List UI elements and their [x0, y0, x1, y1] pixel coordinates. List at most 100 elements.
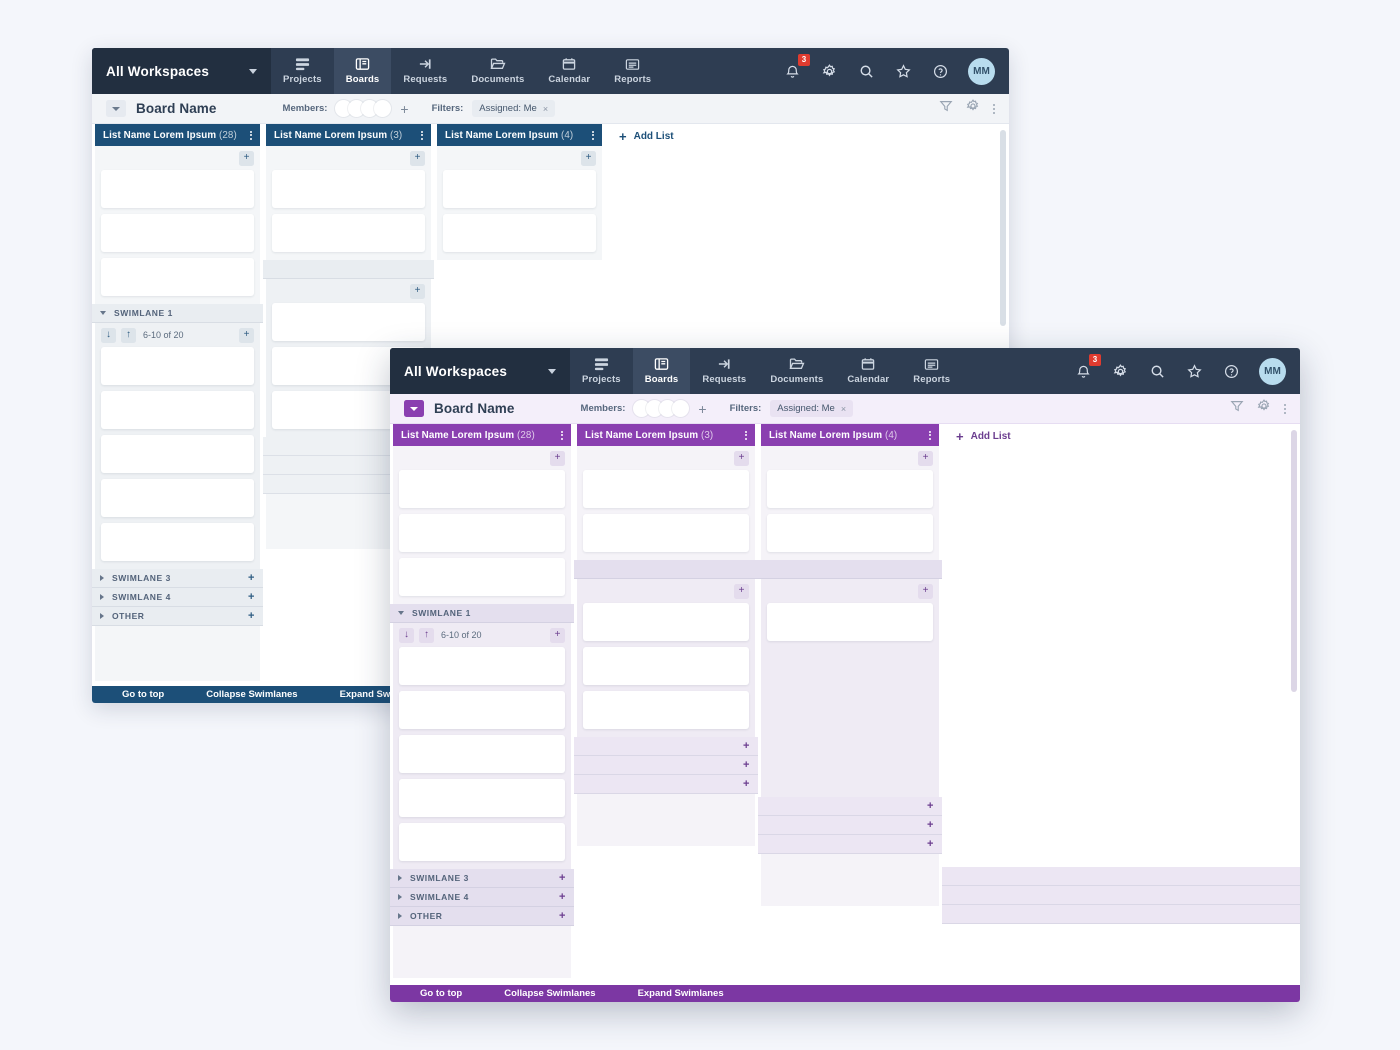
list-header[interactable]: List Name Lorem Ipsum (28) [393, 424, 571, 446]
settings-gear-button[interactable] [818, 60, 840, 82]
add-card-button[interactable]: + [743, 759, 750, 771]
add-card-button[interactable]: + [918, 583, 933, 599]
go-to-top-button[interactable]: Go to top [420, 988, 462, 999]
close-icon[interactable]: × [841, 404, 846, 414]
board-card[interactable] [101, 435, 254, 473]
swimlane-cell[interactable]: + [758, 797, 942, 816]
list-more-options-icon[interactable] [421, 130, 423, 140]
list-header[interactable]: List Name Lorem Ipsum (4) [761, 424, 939, 446]
swimlane-cell[interactable]: + [574, 775, 758, 794]
add-card-button[interactable]: + [550, 627, 565, 643]
nav-item-requests[interactable]: Requests [690, 348, 758, 394]
collapse-swimlanes-button[interactable]: Collapse Swimlanes [206, 689, 297, 700]
expand-swimlanes-button[interactable]: Expand Swimlanes [638, 988, 724, 999]
swimlane-cell[interactable]: + [758, 816, 942, 835]
board-card[interactable] [583, 514, 749, 552]
add-card-button[interactable]: + [248, 610, 255, 622]
swimlane-header-4[interactable]: SWIMLANE 4 + [390, 888, 574, 907]
list-header[interactable]: List Name Lorem Ipsum (3) [266, 124, 431, 146]
close-icon[interactable]: × [543, 104, 548, 114]
board-card[interactable] [101, 170, 254, 208]
board-card[interactable] [399, 470, 565, 508]
board-card[interactable] [399, 691, 565, 729]
add-card-button[interactable]: + [559, 910, 566, 922]
nav-item-projects[interactable]: Projects [570, 348, 633, 394]
board-card[interactable] [767, 470, 933, 508]
page-up-button[interactable]: ↑ [121, 327, 136, 343]
add-card-button[interactable]: + [239, 150, 254, 166]
swimlane-header-1[interactable]: SWIMLANE 1 [92, 304, 263, 323]
nav-item-reports[interactable]: Reports [901, 348, 962, 394]
add-card-button[interactable]: + [410, 150, 425, 166]
add-card-button[interactable]: + [410, 283, 425, 299]
add-card-button[interactable]: + [559, 872, 566, 884]
list-header[interactable]: List Name Lorem Ipsum (28) [95, 124, 260, 146]
add-member-button[interactable]: + [400, 102, 408, 116]
swimlane-header-4[interactable]: SWIMLANE 4 + [92, 588, 263, 607]
collapse-swimlanes-button[interactable]: Collapse Swimlanes [504, 988, 595, 999]
nav-item-boards[interactable]: Boards [632, 348, 691, 394]
page-up-button[interactable]: ↑ [419, 627, 434, 643]
nav-item-calendar[interactable]: Calendar [835, 348, 901, 394]
swimlane-header-1[interactable]: SWIMLANE 1 [390, 604, 574, 623]
board-card[interactable] [767, 514, 933, 552]
swimlane-cell[interactable]: + [574, 756, 758, 775]
swimlane-header-3[interactable]: SWIMLANE 3 + [92, 569, 263, 588]
more-options-icon[interactable] [993, 103, 995, 114]
help-icon[interactable] [1220, 360, 1242, 382]
add-card-button[interactable]: + [927, 819, 934, 831]
board-card[interactable] [101, 258, 254, 296]
add-card-button[interactable]: + [239, 327, 254, 343]
add-card-button[interactable]: + [559, 891, 566, 903]
workspace-selector-front[interactable]: All Workspaces [390, 348, 570, 394]
add-card-button[interactable]: + [581, 150, 596, 166]
notifications-button[interactable]: 3 [1072, 354, 1101, 382]
notifications-button[interactable]: 3 [781, 54, 810, 82]
list-more-options-icon[interactable] [561, 430, 563, 440]
board-card[interactable] [583, 603, 749, 641]
board-card[interactable] [443, 170, 596, 208]
page-down-button[interactable]: ↓ [101, 327, 116, 343]
add-card-button[interactable]: + [248, 572, 255, 584]
avatar[interactable] [374, 100, 392, 117]
board-card[interactable] [399, 558, 565, 596]
add-card-button[interactable]: + [734, 583, 749, 599]
swimlane-header-other[interactable]: OTHER + [390, 907, 574, 926]
nav-item-projects[interactable]: Projects [271, 48, 334, 94]
avatar[interactable] [672, 400, 690, 417]
board-card[interactable] [272, 170, 425, 208]
add-card-button[interactable]: + [927, 800, 934, 812]
nav-item-boards[interactable]: Boards [333, 48, 392, 94]
more-options-icon[interactable] [1284, 403, 1286, 414]
filter-chip-assigned-me[interactable]: Assigned: Me × [770, 400, 854, 417]
list-header[interactable]: List Name Lorem Ipsum (3) [577, 424, 755, 446]
board-card[interactable] [443, 214, 596, 252]
workspace-selector-back[interactable]: All Workspaces [92, 48, 271, 94]
vertical-scrollbar[interactable] [1291, 430, 1297, 692]
list-more-options-icon[interactable] [929, 430, 931, 440]
add-list-button[interactable]: + Add List [605, 124, 1009, 144]
list-header[interactable]: List Name Lorem Ipsum (4) [437, 124, 602, 146]
nav-item-documents[interactable]: Documents [459, 48, 536, 94]
board-card[interactable] [399, 823, 565, 861]
board-card[interactable] [101, 391, 254, 429]
add-card-button[interactable]: + [743, 740, 750, 752]
nav-item-calendar[interactable]: Calendar [536, 48, 602, 94]
user-avatar[interactable]: MM [968, 57, 995, 85]
user-avatar[interactable]: MM [1259, 357, 1286, 385]
add-card-button[interactable]: + [918, 450, 933, 466]
page-down-button[interactable]: ↓ [399, 627, 414, 643]
swimlane-cell[interactable]: + [574, 737, 758, 756]
board-card[interactable] [101, 347, 254, 385]
add-list-button[interactable]: + Add List [942, 424, 1300, 444]
board-card[interactable] [272, 214, 425, 252]
search-icon[interactable] [855, 60, 877, 82]
add-card-button[interactable]: + [734, 450, 749, 466]
add-card-button[interactable]: + [743, 778, 750, 790]
nav-item-documents[interactable]: Documents [758, 348, 835, 394]
board-card[interactable] [399, 735, 565, 773]
add-card-button[interactable]: + [248, 591, 255, 603]
board-card[interactable] [399, 779, 565, 817]
add-card-button[interactable]: + [927, 838, 934, 850]
filter-funnel-icon[interactable] [1230, 399, 1244, 418]
